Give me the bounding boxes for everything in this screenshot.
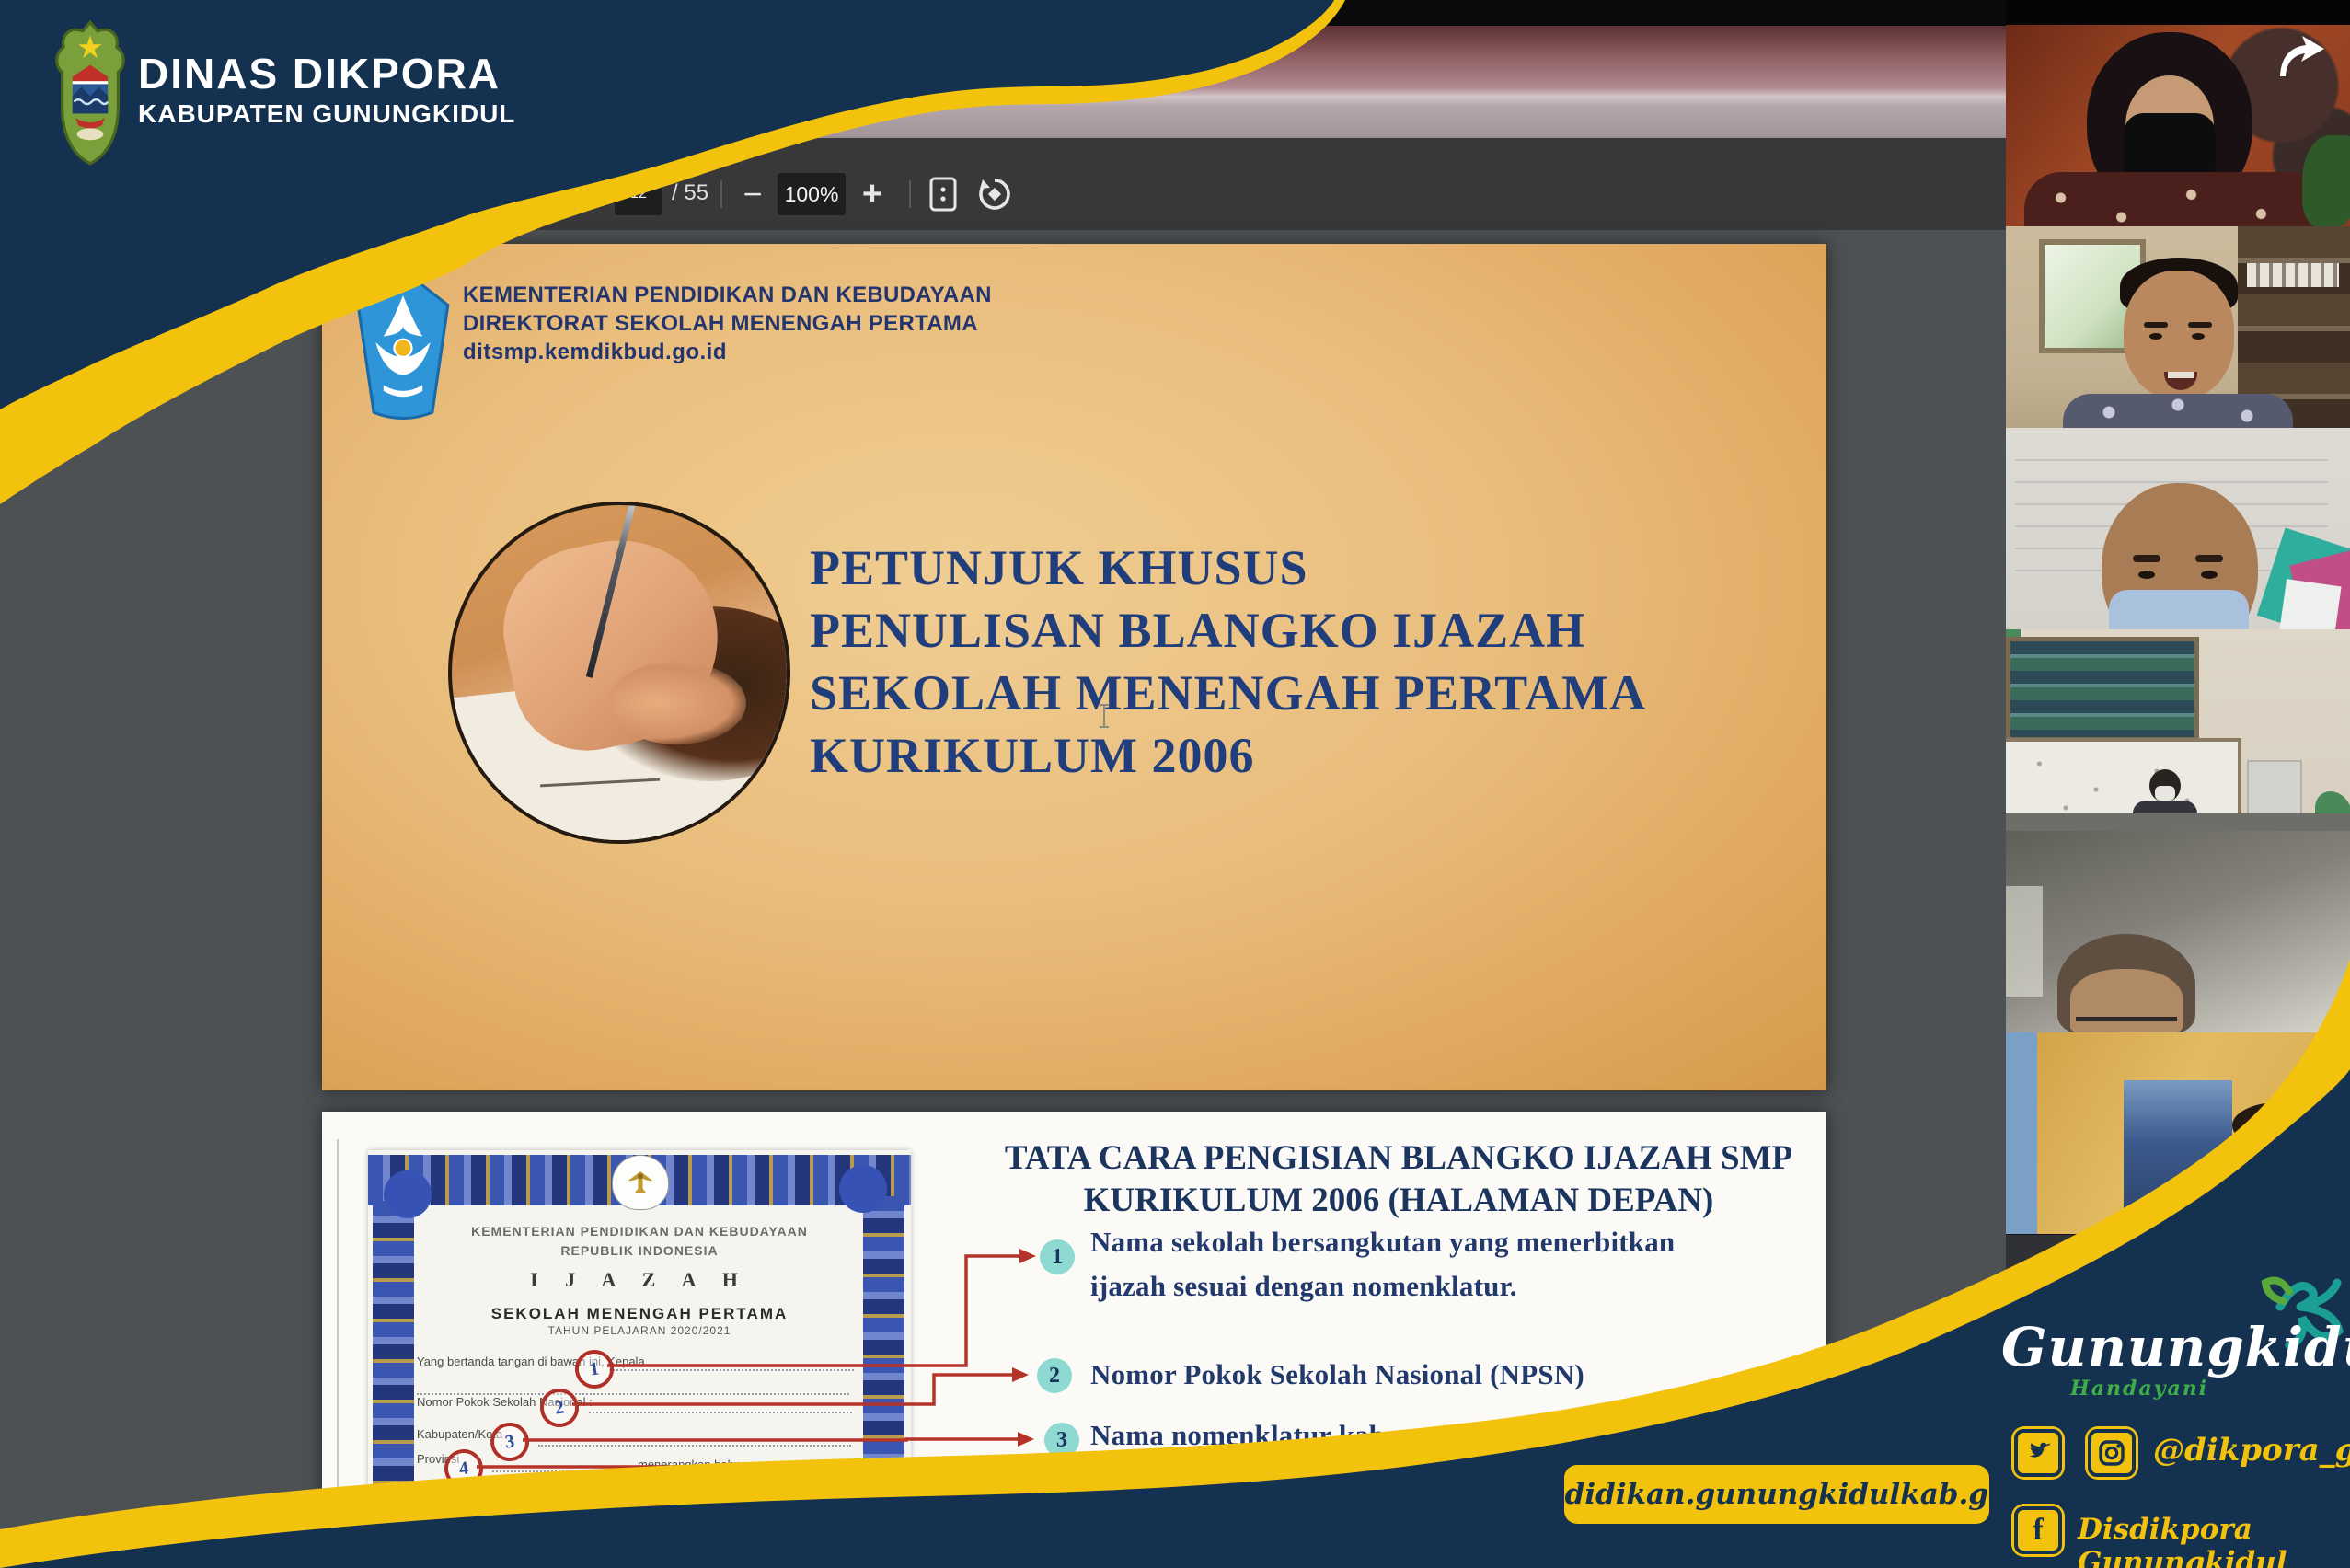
participant-video-2[interactable] [2006,226,2350,429]
hand-writing-photo [448,502,790,844]
zoom-out-button[interactable]: − [734,173,771,215]
zoom-level: 100% [785,182,839,207]
brand-tagline: Handayani [2070,1377,2208,1401]
ministry-site: ditsmp.kemdikbud.go.id [463,338,992,366]
participant-video-4[interactable] [2006,629,2350,832]
item-1-text: Nama sekolah bersangkutan yang menerbitk… [1090,1220,1675,1309]
share-arrow-icon[interactable] [2275,32,2328,78]
screen-top-strip [0,0,2006,26]
item-3-text: Nama nomenklatur kabupaten/kota*) ( menc… [1090,1413,1574,1502]
facebook-icon: f [2011,1504,2065,1557]
slide1-title: PETUNJUK KHUSUS PENULISAN BLANGKO IJAZAH… [810,536,1646,787]
agency-name: DINAS DIKPORA [138,52,515,96]
fit-page-button[interactable] [922,173,964,215]
participant-video-6[interactable] [2006,1032,2350,1235]
item-2-text: Nomor Pokok Sekolah Nasional (NPSN) [1090,1353,1584,1397]
website-url: pendidikan.gunungkidulkab.go.id [1506,1478,2048,1511]
tutwuri-handayani-logo [354,265,452,423]
item-2-number: 2 [1037,1358,1072,1393]
item-1-number: 1 [1040,1239,1075,1274]
zoom-in-button[interactable]: + [854,173,891,215]
page-number-input[interactable]: 12 [615,173,662,215]
rotate-button[interactable] [973,173,1016,215]
fit-page-icon [929,177,957,212]
agency-region: KABUPATEN GUNUNGKIDUL [138,96,515,133]
slide-page-12: KEMENTERIAN PENDIDIKAN DAN KEBUDAYAAN DI… [322,244,1826,1090]
page-count: / 55 [672,180,708,206]
zoom-level-input[interactable]: 100% [778,173,846,215]
face-mask [2109,590,2249,630]
rotate-icon [977,177,1012,212]
face-mask [2155,786,2175,801]
facebook-page-name: Disdikpora Gunungkidul [2078,1513,2350,1568]
slide1-ministry-block: KEMENTERIAN PENDIDIKAN DAN KEBUDAYAAN DI… [463,281,992,366]
participant6-figure [2238,1121,2321,1234]
social-handle: @dikpora_gk [2153,1432,2350,1469]
agency-title-block: DINAS DIKPORA KABUPATEN GUNUNGKIDUL [138,52,515,133]
participant-video-3[interactable] [2006,428,2350,630]
text-cursor [1100,704,1109,728]
ministry-line2: DIREKTORAT SEKOLAH MENENGAH PERTAMA [463,309,992,338]
twitter-icon [2011,1426,2065,1480]
page-current: 12 [630,186,647,202]
toolbar-divider [720,180,722,208]
ministry-line1: KEMENTERIAN PENDIDIKAN DAN KEBUDAYAAN [463,281,992,309]
participant-video-1[interactable] [2006,25,2350,227]
instagram-icon [2085,1426,2138,1480]
shared-screen: 12 / 55 − 100% + [0,0,2006,1568]
participant-video-5[interactable] [2006,831,2350,1033]
sidebar-top-strip [2006,0,2350,25]
item-3-number: 3 [1044,1423,1079,1458]
toolbar-divider-2 [909,180,911,208]
brand-name: Gunungkidul [2001,1316,2323,1378]
glasses [2076,1017,2177,1033]
webinar-screenshot: 12 / 55 − 100% + [0,0,2350,1568]
website-banner: pendidikan.gunungkidulkab.go.id [1564,1465,1989,1524]
gunungkidul-crest [53,18,127,167]
